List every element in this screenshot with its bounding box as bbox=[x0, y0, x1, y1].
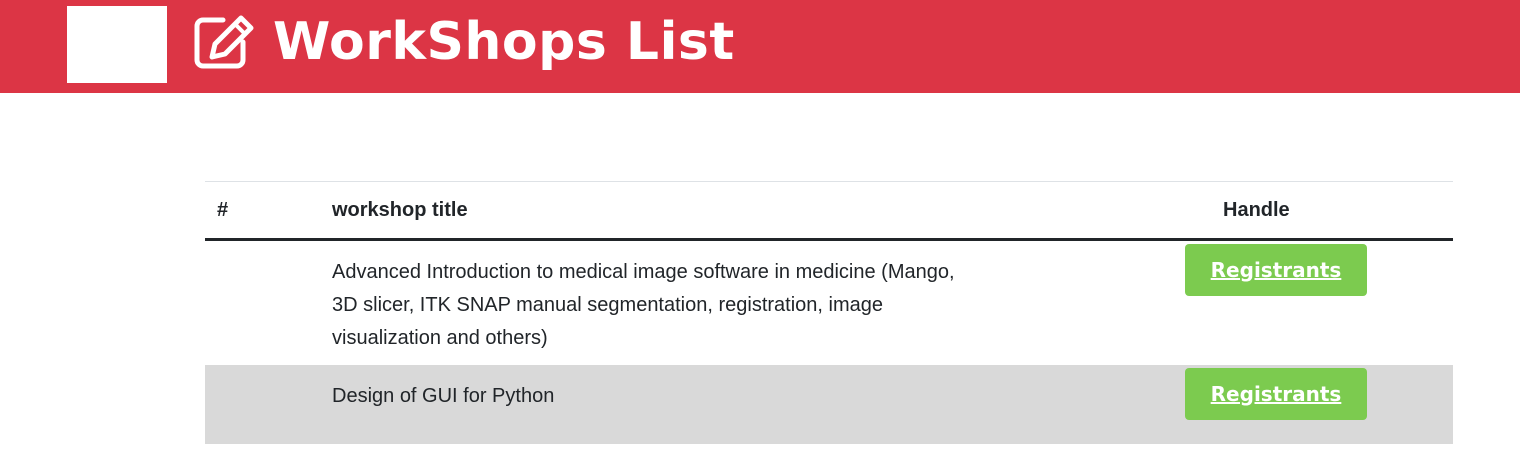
row-number-cell bbox=[205, 365, 320, 444]
row-number-cell bbox=[205, 240, 320, 366]
table-row: Design of GUI for Python Registrants bbox=[205, 365, 1453, 444]
handle-cell: Registrants bbox=[1185, 240, 1453, 366]
column-header-workshop-title: workshop title bbox=[320, 181, 1220, 241]
registrants-button[interactable]: Registrants bbox=[1185, 368, 1367, 420]
workshop-title-cell: Design of GUI for Python bbox=[320, 365, 1220, 444]
edit-icon bbox=[194, 15, 254, 69]
logo-placeholder bbox=[67, 6, 167, 83]
table-header-row: # workshop title Handle bbox=[205, 181, 1453, 241]
top-header-bar: WorkShops List bbox=[0, 0, 1520, 93]
workshops-table: # workshop title Handle Advanced Introdu… bbox=[205, 181, 1453, 444]
workshops-table-container: # workshop title Handle Advanced Introdu… bbox=[205, 181, 1453, 444]
handle-cell: Registrants bbox=[1185, 365, 1453, 444]
workshop-title-cell: Advanced Introduction to medical image s… bbox=[332, 261, 955, 349]
column-header-handle: Handle bbox=[1220, 181, 1453, 241]
table-row: Advanced Introduction to medical image s… bbox=[205, 240, 1453, 366]
page-title: WorkShops List bbox=[273, 12, 735, 72]
column-header-number: # bbox=[205, 181, 320, 241]
registrants-button[interactable]: Registrants bbox=[1185, 244, 1367, 296]
header-title-group: WorkShops List bbox=[193, 10, 735, 74]
